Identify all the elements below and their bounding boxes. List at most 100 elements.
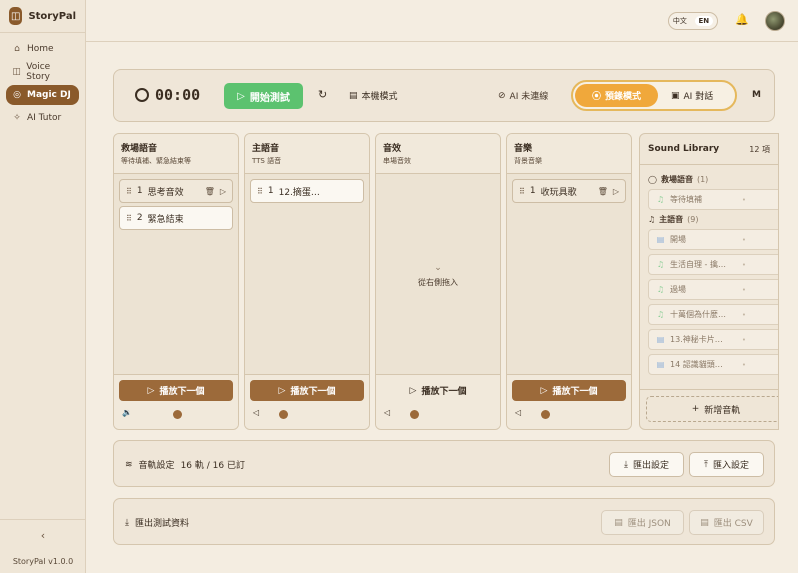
- home-icon: ⌂: [14, 44, 20, 54]
- mic-icon: ♫: [648, 215, 656, 224]
- library-item[interactable]: ♫ 十萬個為什麼… •: [648, 304, 778, 325]
- column-subtitle: 等待填補、緊急結束等: [121, 157, 191, 165]
- column-title: 音樂: [514, 144, 533, 154]
- sidebar-item-voice-story[interactable]: ◫ Voice Story: [6, 62, 79, 82]
- track-count: 16 軌 / 16 已訂: [180, 461, 245, 471]
- sound-library-footer: + 新增音軌: [640, 389, 778, 429]
- library-item-title: 13.神秘卡片…: [670, 335, 723, 344]
- collapse-sidebar-button[interactable]: ‹: [0, 519, 86, 542]
- sidebar-item-ai-tutor[interactable]: ✧ AI Tutor: [6, 108, 79, 128]
- broadcast-icon: ⦿: [591, 92, 601, 102]
- column-title: 主語音: [252, 144, 280, 154]
- drag-handle-icon[interactable]: ⠿: [126, 214, 132, 223]
- play-icon[interactable]: ▷: [613, 187, 619, 196]
- avatar[interactable]: [765, 11, 785, 31]
- library-item[interactable]: ▤ 13.神秘卡片… •: [648, 329, 778, 350]
- library-item[interactable]: ▤ 14 認識貓頭… •: [648, 354, 778, 375]
- export-data-label: 匯出測試資料: [134, 519, 189, 529]
- play-next-label: 播放下一個: [552, 387, 598, 397]
- start-test-button[interactable]: ▷ 開始測試: [224, 83, 303, 109]
- export-json-button[interactable]: ▤ 匯出 JSON: [601, 510, 684, 535]
- lang-zh-option[interactable]: 中文: [673, 16, 687, 26]
- track-item[interactable]: ⠿ 2 緊急結束: [119, 206, 233, 230]
- local-mode-button[interactable]: ▤ 本機模式: [349, 89, 398, 103]
- play-next-button[interactable]: ▷ 播放下一個: [119, 380, 233, 401]
- clock-icon: [135, 88, 149, 102]
- wifi-off-icon: ⊘: [498, 90, 506, 101]
- drop-hint: 從右側拖入: [418, 278, 458, 287]
- volume-low-icon[interactable]: ◁: [384, 408, 390, 417]
- volume-slider-handle[interactable]: [541, 410, 550, 419]
- drop-zone[interactable]: ⌄ 從右側拖入: [376, 263, 500, 288]
- play-icon: ▷: [540, 385, 548, 396]
- play-next-button[interactable]: ▷ 播放下一個: [381, 380, 495, 401]
- export-settings-button[interactable]: ⤓ 匯出設定: [609, 452, 684, 477]
- library-item[interactable]: ♫ 等待填補 •: [648, 189, 778, 210]
- add-track-button[interactable]: + 新增音軌: [646, 396, 778, 422]
- lang-en-option[interactable]: EN: [694, 16, 714, 26]
- track-item[interactable]: ⠿ 1 收玩具歌 🗑 ▷: [512, 179, 626, 203]
- start-test-label: 開始測試: [249, 92, 290, 104]
- library-item[interactable]: ♫ 生活自理 - 擒… •: [648, 254, 778, 275]
- export-csv-button[interactable]: ▤ 匯出 CSV: [689, 510, 764, 535]
- volume-slider-handle[interactable]: [279, 410, 288, 419]
- bell-icon[interactable]: 🔔: [735, 13, 749, 26]
- play-next-button[interactable]: ▷ 播放下一個: [512, 380, 626, 401]
- dot-icon: •: [741, 195, 746, 204]
- column-footer: ▷ 播放下一個 ◁: [376, 374, 500, 429]
- volume-slider-handle[interactable]: [173, 410, 182, 419]
- column-music: 音樂 背景音樂 ⠿ 1 收玩具歌 🗑 ▷ ▷ 播放下一個 ◁: [506, 133, 632, 430]
- volume-low-icon[interactable]: ◁: [515, 408, 521, 417]
- volume-slider-handle[interactable]: [410, 410, 419, 419]
- brand[interactable]: ◫ StoryPal: [0, 0, 85, 33]
- ai-chat-mode-button[interactable]: ▣ AI 對話: [671, 89, 714, 103]
- library-group-header: ♫ 主語音 (9): [648, 214, 770, 225]
- library-item[interactable]: ▤ 開場 •: [648, 229, 778, 250]
- sidebar-item-label: Home: [27, 44, 54, 54]
- download-icon: ⤓: [125, 517, 129, 528]
- dot-icon: •: [741, 360, 746, 369]
- plus-icon: +: [691, 404, 700, 414]
- library-item[interactable]: ♫ 過場 •: [648, 279, 778, 300]
- import-settings-button[interactable]: ⤒ 匯入設定: [689, 452, 764, 477]
- column-title: 救場語音: [121, 144, 158, 154]
- volume-icon[interactable]: 🔉: [122, 408, 132, 417]
- m-label[interactable]: M: [752, 90, 761, 100]
- file-icon: ▤: [656, 335, 665, 344]
- column-main-voice: 主語音 TTS 語音 ⠿ 1 12.摘蛋… ▷ 播放下一個 ◁: [244, 133, 370, 430]
- drag-handle-icon[interactable]: ⠿: [519, 187, 525, 196]
- app-version: StoryPal v1.0.0: [12, 557, 74, 566]
- sidebar-item-home[interactable]: ⌂ Home: [6, 39, 79, 59]
- chevron-left-icon: ‹: [40, 529, 46, 542]
- prerecorded-mode-label: 預錄模式: [605, 92, 642, 102]
- trash-icon[interactable]: 🗑: [598, 187, 608, 196]
- download-icon: ⤓: [624, 459, 628, 470]
- column-footer: ▷ 播放下一個 🔉: [114, 374, 238, 429]
- app-name: StoryPal: [28, 10, 76, 22]
- drag-handle-icon[interactable]: ⠿: [126, 187, 132, 196]
- prerecorded-mode-button[interactable]: ⦿ 預錄模式: [575, 84, 658, 107]
- mic-icon: ♫: [656, 285, 665, 294]
- ai-connection-status: ⊘ AI 未連線: [498, 89, 548, 103]
- track-item[interactable]: ⠿ 1 思考音效 🗑 ▷: [119, 179, 233, 203]
- language-toggle[interactable]: 中文 EN: [668, 12, 718, 30]
- play-next-label: 播放下一個: [159, 387, 205, 397]
- play-icon[interactable]: ▷: [220, 187, 226, 196]
- volume-low-icon[interactable]: ◁: [253, 408, 259, 417]
- play-icon: ▷: [147, 385, 155, 396]
- timer-value: 00:00: [155, 86, 201, 104]
- sidebar-item-magic-dj[interactable]: ◎ Magic DJ: [6, 85, 79, 105]
- track-number: 1: [267, 186, 274, 196]
- trash-icon[interactable]: 🗑: [205, 187, 215, 196]
- control-bar: 00:00 ▷ 開始測試 ↻ ▤ 本機模式 ⊘ AI 未連線 ⦿ 預錄模式 ▣ …: [113, 69, 775, 122]
- sound-library-list[interactable]: ◯ 救場語音 (1) ♫ 等待填補 • ♫ 主語音 (9) ▤ 開場 • ♫ 生…: [640, 166, 778, 389]
- sidebar: ◫ StoryPal ⌂ Home ◫ Voice Story ◎ Magic …: [0, 0, 86, 573]
- drag-handle-icon[interactable]: ⠿: [257, 187, 263, 196]
- reset-icon[interactable]: ↻: [318, 88, 327, 101]
- column-subtitle: 背景音樂: [514, 157, 542, 165]
- ai-chat-mode-label: AI 對話: [683, 92, 714, 102]
- track-number: 1: [529, 186, 536, 196]
- export-csv-label: 匯出 CSV: [713, 519, 753, 529]
- track-item[interactable]: ⠿ 1 12.摘蛋…: [250, 179, 364, 203]
- play-next-button[interactable]: ▷ 播放下一個: [250, 380, 364, 401]
